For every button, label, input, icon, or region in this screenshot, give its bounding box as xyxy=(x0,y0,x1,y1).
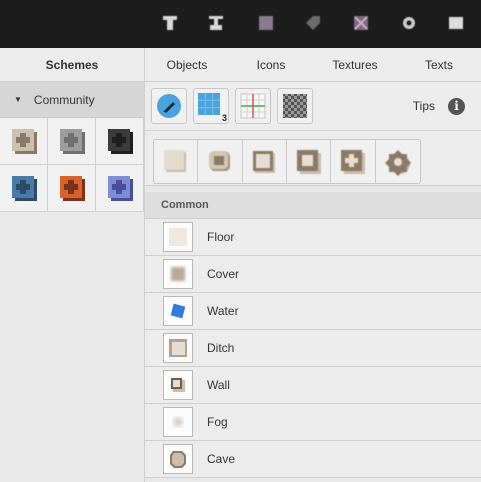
list-item-label: Floor xyxy=(207,230,235,244)
grid-size-button[interactable]: 3 xyxy=(193,88,229,124)
wall-icon xyxy=(171,378,185,392)
top-toolbar xyxy=(0,0,481,48)
grid-size-badge: 3 xyxy=(221,113,227,123)
transparency-button[interactable] xyxy=(277,88,313,124)
tab-icons[interactable]: Icons xyxy=(229,48,313,81)
shape-rough-icon xyxy=(208,150,230,171)
shape-square-thick-button[interactable] xyxy=(287,140,332,183)
list-item-cover[interactable]: Cover xyxy=(145,256,481,293)
section-title: Common xyxy=(145,192,481,219)
list-item-label: Cover xyxy=(207,267,240,281)
shape-flower-button[interactable] xyxy=(376,140,420,183)
list-item-label: Wall xyxy=(207,378,230,392)
list-item-water[interactable]: Water xyxy=(145,293,481,330)
list-item-cave[interactable]: Cave xyxy=(145,441,481,478)
objects-panel: Objects Icons Textures Texts 3 Tips i Co… xyxy=(145,48,481,482)
scheme-orange-icon xyxy=(59,176,85,201)
community-label: Community xyxy=(33,92,95,107)
community-group[interactable]: ▼ Community xyxy=(0,82,144,118)
brush-icon xyxy=(157,94,181,118)
scheme-beige-icon xyxy=(11,129,37,154)
shape-cross-icon xyxy=(340,149,365,174)
floor-icon xyxy=(169,228,187,246)
shape-flower-icon xyxy=(384,149,411,176)
text-alt-tool-icon[interactable] xyxy=(206,13,226,33)
tab-objects[interactable]: Objects xyxy=(145,48,229,81)
shape-cross-button[interactable] xyxy=(331,140,376,183)
scheme-item[interactable] xyxy=(48,165,96,212)
cover-icon xyxy=(171,267,185,281)
text-tool-icon[interactable] xyxy=(160,13,180,33)
fog-icon xyxy=(173,417,183,427)
scheme-item[interactable] xyxy=(96,118,144,165)
scheme-lightblue-icon xyxy=(107,176,133,201)
scheme-item[interactable] xyxy=(48,118,96,165)
shape-flat-icon xyxy=(163,149,186,172)
list-item-fog[interactable]: Fog xyxy=(145,404,481,441)
shape-flat-button[interactable] xyxy=(154,140,199,183)
shape-group xyxy=(153,139,421,184)
scheme-blue-icon xyxy=(11,176,37,201)
guides-grid-icon xyxy=(240,93,266,119)
water-icon xyxy=(170,303,186,319)
list-item-label: Cave xyxy=(207,452,236,466)
shape-square-outline-button[interactable] xyxy=(243,140,287,183)
square-tool-icon[interactable] xyxy=(256,13,276,33)
tips-label[interactable]: Tips xyxy=(413,82,435,131)
scheme-grid xyxy=(0,118,145,212)
brush-button[interactable] xyxy=(151,88,187,124)
grid-cross-tool-icon[interactable] xyxy=(351,13,371,33)
tab-bar: Objects Icons Textures Texts xyxy=(145,48,481,82)
list-item-wall[interactable]: Wall xyxy=(145,367,481,404)
window-tool-icon[interactable] xyxy=(446,13,466,33)
list-item-label: Water xyxy=(207,304,239,318)
list-item-label: Ditch xyxy=(207,341,235,355)
scheme-dark-icon xyxy=(107,129,133,154)
gear-tool-icon[interactable] xyxy=(399,13,419,33)
tab-textures[interactable]: Textures xyxy=(313,48,397,81)
tag-tool-icon[interactable] xyxy=(303,13,323,33)
scheme-item[interactable] xyxy=(0,165,48,212)
schemes-header[interactable]: Schemes xyxy=(0,48,144,82)
shape-square-thick-icon xyxy=(296,149,321,174)
cave-icon xyxy=(170,451,186,468)
caret-down-icon: ▼ xyxy=(14,95,22,104)
shape-row xyxy=(145,131,481,186)
tab-texts[interactable]: Texts xyxy=(397,48,481,81)
tool-row: 3 Tips i xyxy=(145,82,481,131)
guides-button[interactable] xyxy=(235,88,271,124)
list-item-floor[interactable]: Floor xyxy=(145,219,481,256)
scheme-item[interactable] xyxy=(96,165,144,212)
list-item-ditch[interactable]: Ditch xyxy=(145,330,481,367)
object-list: Floor Cover Water Ditch Wall Fog Cave xyxy=(145,219,481,478)
info-icon[interactable]: i xyxy=(448,98,465,115)
ditch-icon xyxy=(169,339,187,357)
schemes-panel: Schemes ▼ Community xyxy=(0,48,145,482)
scheme-item[interactable] xyxy=(0,118,48,165)
scheme-grey-icon xyxy=(59,129,85,154)
shape-rough-button[interactable] xyxy=(198,140,243,183)
checker-icon xyxy=(283,94,307,118)
list-item-label: Fog xyxy=(207,415,228,429)
shape-square-outline-icon xyxy=(253,150,276,173)
